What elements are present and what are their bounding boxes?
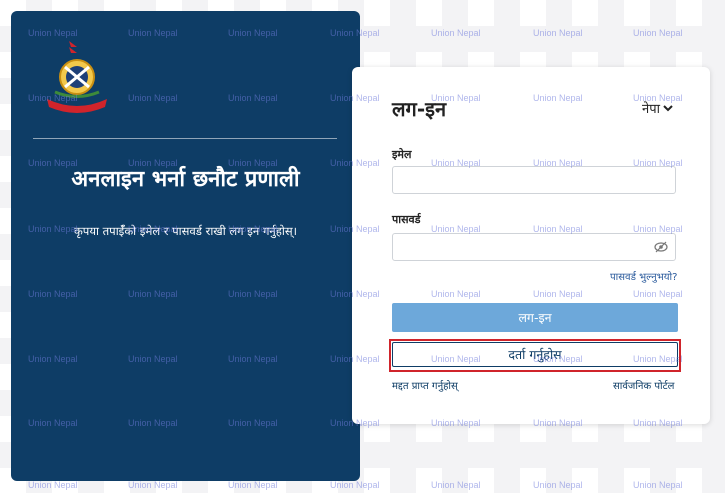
login-button[interactable]: लग-इन (392, 303, 678, 332)
watermark-text: Union Nepal (128, 480, 178, 490)
language-label: नेपा (642, 102, 660, 117)
register-highlight (389, 339, 681, 372)
language-select[interactable]: नेपा (642, 99, 673, 117)
watermark-text: Union Nepal (533, 480, 583, 490)
watermark-text: Union Nepal (228, 480, 278, 490)
system-title: अनलाइन भर्ना छनौट प्रणाली (71, 167, 300, 192)
info-panel: अनलाइन भर्ना छनौट प्रणाली कृपया तपाईँको … (11, 11, 360, 481)
watermark-text: Union Nepal (633, 28, 683, 38)
panel-divider (33, 138, 337, 139)
watermark-text: Union Nepal (431, 480, 481, 490)
email-label: इमेल (392, 148, 412, 161)
login-heading: लग-इन (392, 97, 447, 121)
email-field[interactable] (392, 166, 676, 194)
police-emblem-icon (47, 41, 107, 113)
login-instruction: कृपया तपाईँको इमेल र पासवर्ड राखी लग इन … (73, 224, 298, 238)
password-label: पासवर्ड (392, 213, 421, 226)
watermark-text: Union Nepal (633, 480, 683, 490)
watermark-text: Union Nepal (330, 480, 380, 490)
chevron-down-icon (663, 105, 673, 112)
eye-off-icon[interactable] (654, 241, 668, 253)
public-portal-link[interactable]: सार्वजनिक पोर्टल (613, 378, 674, 392)
watermark-text: Union Nepal (533, 28, 583, 38)
watermark-text: Union Nepal (431, 28, 481, 38)
password-field[interactable] (392, 233, 676, 261)
forgot-password-link[interactable]: पासवर्ड भुल्नुभयो? (610, 269, 677, 283)
help-link[interactable]: मद्दत प्राप्त गर्नुहोस् (392, 378, 458, 392)
watermark-text: Union Nepal (28, 480, 78, 490)
